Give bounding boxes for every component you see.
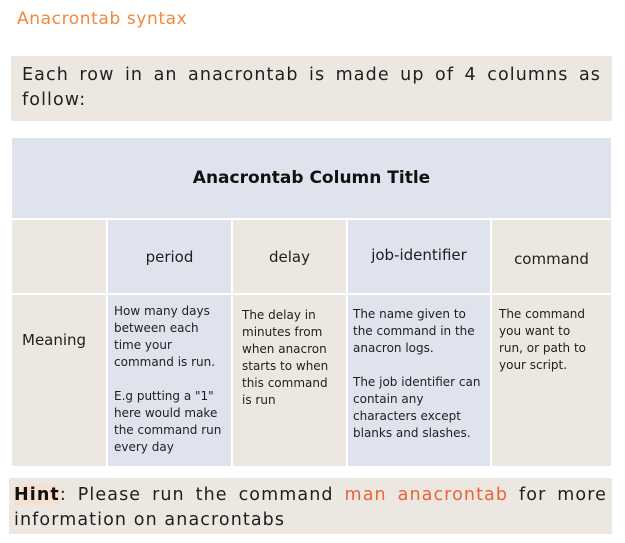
intro-text: Each row in an anacrontab is made up of … [22, 65, 601, 110]
intro-box: Each row in an anacrontab is made up of … [11, 56, 612, 121]
meaning-period-text-2: E.g putting a "1" here would make the co… [114, 389, 222, 454]
row-label-meaning: Meaning [12, 295, 106, 466]
column-header-period: period [108, 220, 231, 293]
column-header-command: command [492, 220, 611, 293]
meaning-delay-text: The delay in minutes from when anacron s… [242, 308, 329, 407]
meaning-job-identifier-text-2: The job identifier can contain any chara… [353, 375, 481, 440]
meaning-period-text-1: How many days between each time your com… [114, 304, 216, 369]
header-empty-cell [12, 220, 106, 293]
meaning-job-identifier: The name given to the command in the ana… [348, 295, 490, 466]
meaning-command: The command you want to run, or path to … [492, 295, 611, 466]
table-title: Anacrontab Column Title [12, 138, 611, 218]
anacrontab-table: Anacrontab Column Title period delay job… [11, 137, 612, 467]
meaning-job-identifier-text-1: The name given to the command in the ana… [353, 307, 475, 355]
column-header-delay: delay [233, 220, 346, 293]
meaning-period: How many days between each time your com… [108, 295, 231, 466]
meaning-delay: The delay in minutes from when anacron s… [233, 295, 346, 466]
column-header-job-identifier: job-identifier [348, 220, 490, 293]
hint-command: man anacrontab [344, 485, 509, 505]
hint-box: Hint: Please run the command man anacron… [9, 478, 612, 534]
section-title: Anacrontab syntax [17, 9, 188, 29]
hint-label: Hint [14, 485, 60, 505]
hint-text-before: : Please run the command [59, 485, 345, 505]
row-label-text: Meaning [22, 331, 87, 349]
meaning-command-text: The command you want to run, or path to … [499, 307, 587, 372]
